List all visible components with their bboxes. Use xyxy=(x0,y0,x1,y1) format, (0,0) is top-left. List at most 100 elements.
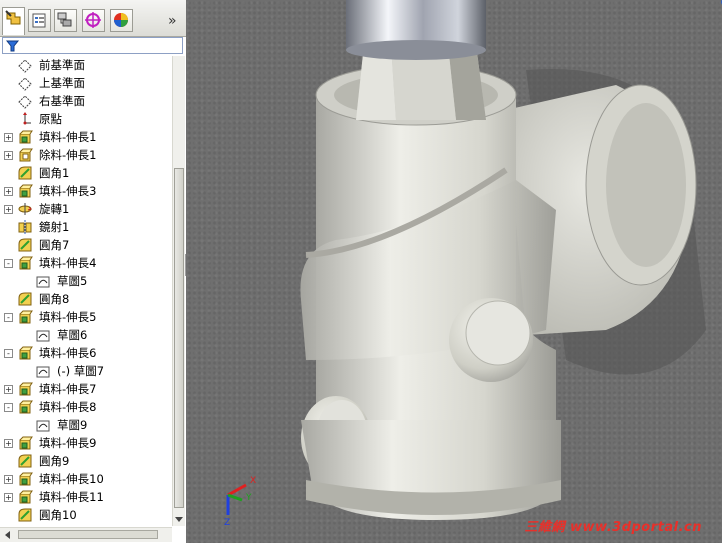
feature-label: 圓角8 xyxy=(39,292,70,306)
feature-tree-item[interactable]: + 填料-伸長3 xyxy=(0,182,172,200)
expand-node-button[interactable]: + xyxy=(4,439,13,448)
fillet-icon xyxy=(17,507,33,523)
property-manager-icon xyxy=(32,13,46,28)
property-manager-tab[interactable] xyxy=(28,9,51,32)
triad-z-label: Z xyxy=(224,518,230,528)
boss-extrude-icon xyxy=(17,399,33,415)
scroll-down-arrow-icon[interactable] xyxy=(174,515,184,523)
expand-node-button[interactable]: + xyxy=(4,475,13,484)
feature-tree-item[interactable]: - 填料-伸長4 xyxy=(0,254,172,272)
feature-label: 填料-伸長1 xyxy=(39,130,97,144)
feature-tree-item[interactable]: + 填料-伸長9 xyxy=(0,434,172,452)
feature-tree-item[interactable]: 前基準面 xyxy=(0,56,172,74)
feature-tree-item[interactable]: + 填料-伸長11 xyxy=(0,488,172,506)
feature-label: 草圖9 xyxy=(57,418,88,432)
expand-node-button[interactable]: + xyxy=(4,385,13,394)
feature-tree-item[interactable]: 圓角1 xyxy=(0,164,172,182)
graphics-area[interactable]: X Y Z 三維網 www.3dportal.cn xyxy=(186,0,722,543)
feature-label: 填料-伸長4 xyxy=(39,256,97,270)
boss-extrude-icon xyxy=(17,183,33,199)
feature-tree-item[interactable]: 右基準面 xyxy=(0,92,172,110)
feature-label: 草圖6 xyxy=(57,328,88,342)
feature-tree-item[interactable]: - 填料-伸長6 xyxy=(0,344,172,362)
scrollbar-thumb[interactable] xyxy=(18,530,158,539)
horizontal-scrollbar[interactable] xyxy=(0,527,172,542)
feature-tree-item[interactable]: (-) 草圖7 xyxy=(0,362,172,380)
feature-tree-item[interactable]: + 旋轉1 xyxy=(0,200,172,218)
fillet-icon xyxy=(17,291,33,307)
watermark: 三維網 www.3dportal.cn xyxy=(524,520,702,535)
feature-label: 圓角10 xyxy=(39,508,77,522)
feature-label: 填料-伸長10 xyxy=(39,472,104,486)
feature-label: 圓角1 xyxy=(39,166,70,180)
plane-icon xyxy=(17,57,33,73)
expand-node-button[interactable]: + xyxy=(4,205,13,214)
feature-tree-item[interactable]: + 除料-伸長1 xyxy=(0,146,172,164)
feature-tree-item[interactable]: 原點 xyxy=(0,110,172,128)
feature-label: 前基準面 xyxy=(39,58,85,72)
boss-extrude-icon xyxy=(17,435,33,451)
collapse-node-button[interactable]: - xyxy=(4,313,13,322)
feature-tree-item[interactable]: + 填料-伸長1 xyxy=(0,128,172,146)
feature-label: 原點 xyxy=(39,112,62,126)
feature-manager-icon xyxy=(5,10,21,25)
collapse-node-button[interactable]: - xyxy=(4,349,13,358)
feature-label: (-) 草圖7 xyxy=(57,364,105,378)
coordinate-triad: X Y Z xyxy=(224,476,256,528)
feature-tree: 前基準面 上基準面 右基準面 原點 + 填料-伸長1 + 除料-伸長1 圓角1 + 填料-伸長3 + 旋… xyxy=(0,56,172,526)
filter-icon xyxy=(6,40,20,52)
feature-tree-item[interactable]: 圓角10 xyxy=(0,506,172,524)
expand-node-button[interactable]: + xyxy=(4,133,13,142)
boss-extrude-icon xyxy=(17,381,33,397)
triad-x-label: X xyxy=(250,476,256,486)
fillet-icon xyxy=(17,165,33,181)
feature-tree-item[interactable]: + 填料-伸長10 xyxy=(0,470,172,488)
boss-extrude-icon xyxy=(17,309,33,325)
configuration-manager-icon xyxy=(57,12,72,27)
scrollbar-thumb[interactable] xyxy=(174,168,184,508)
vertical-scrollbar[interactable] xyxy=(172,56,185,526)
feature-label: 旋轉1 xyxy=(39,202,70,216)
collapse-node-button[interactable]: - xyxy=(4,259,13,268)
part-model[interactable]: X Y Z xyxy=(186,0,722,543)
feature-tree-item[interactable]: 圓角8 xyxy=(0,290,172,308)
feature-tree-item[interactable]: 草圖5 xyxy=(0,272,172,290)
feature-label: 圓角7 xyxy=(39,238,70,252)
feature-label: 草圖5 xyxy=(57,274,88,288)
feature-tree-item[interactable]: - 填料-伸長5 xyxy=(0,308,172,326)
display-manager-tab[interactable] xyxy=(110,9,133,32)
more-tabs-button[interactable]: » xyxy=(168,13,177,29)
collapse-node-button[interactable]: - xyxy=(4,403,13,412)
dimxpert-manager-tab[interactable] xyxy=(82,9,105,32)
fillet-icon xyxy=(17,453,33,469)
configuration-manager-tab[interactable] xyxy=(54,9,77,32)
cut-extrude-icon xyxy=(17,147,33,163)
feature-tree-item[interactable]: 草圖9 xyxy=(0,416,172,434)
expand-node-button[interactable]: + xyxy=(4,493,13,502)
feature-manager-tab[interactable] xyxy=(2,7,25,35)
feature-tree-item[interactable]: - 填料-伸長8 xyxy=(0,398,172,416)
feature-tree-item[interactable]: 草圖6 xyxy=(0,326,172,344)
scroll-left-arrow-icon[interactable] xyxy=(4,530,12,540)
plane-icon xyxy=(17,93,33,109)
feature-label: 上基準面 xyxy=(39,76,85,90)
feature-tree-item[interactable]: 上基準面 xyxy=(0,74,172,92)
feature-tree-item[interactable]: 圓角7 xyxy=(0,236,172,254)
feature-tree-item[interactable]: + 填料-伸長7 xyxy=(0,380,172,398)
sketch-icon xyxy=(35,273,51,289)
sketch-icon xyxy=(35,363,51,379)
feature-tree-item[interactable]: 鏡射1 xyxy=(0,218,172,236)
feature-tree-item[interactable]: 圓角9 xyxy=(0,452,172,470)
feature-label: 填料-伸長6 xyxy=(39,346,97,360)
origin-icon xyxy=(17,111,33,127)
expand-node-button[interactable]: + xyxy=(4,187,13,196)
sketch-icon xyxy=(35,327,51,343)
feature-filter-field[interactable] xyxy=(2,37,183,54)
plane-icon xyxy=(17,75,33,91)
feature-label: 圓角9 xyxy=(39,454,70,468)
feature-label: 填料-伸長9 xyxy=(39,436,97,450)
expand-node-button[interactable]: + xyxy=(4,151,13,160)
boss-extrude-icon xyxy=(17,471,33,487)
feature-label: 除料-伸長1 xyxy=(39,148,97,162)
feature-label: 右基準面 xyxy=(39,94,85,108)
